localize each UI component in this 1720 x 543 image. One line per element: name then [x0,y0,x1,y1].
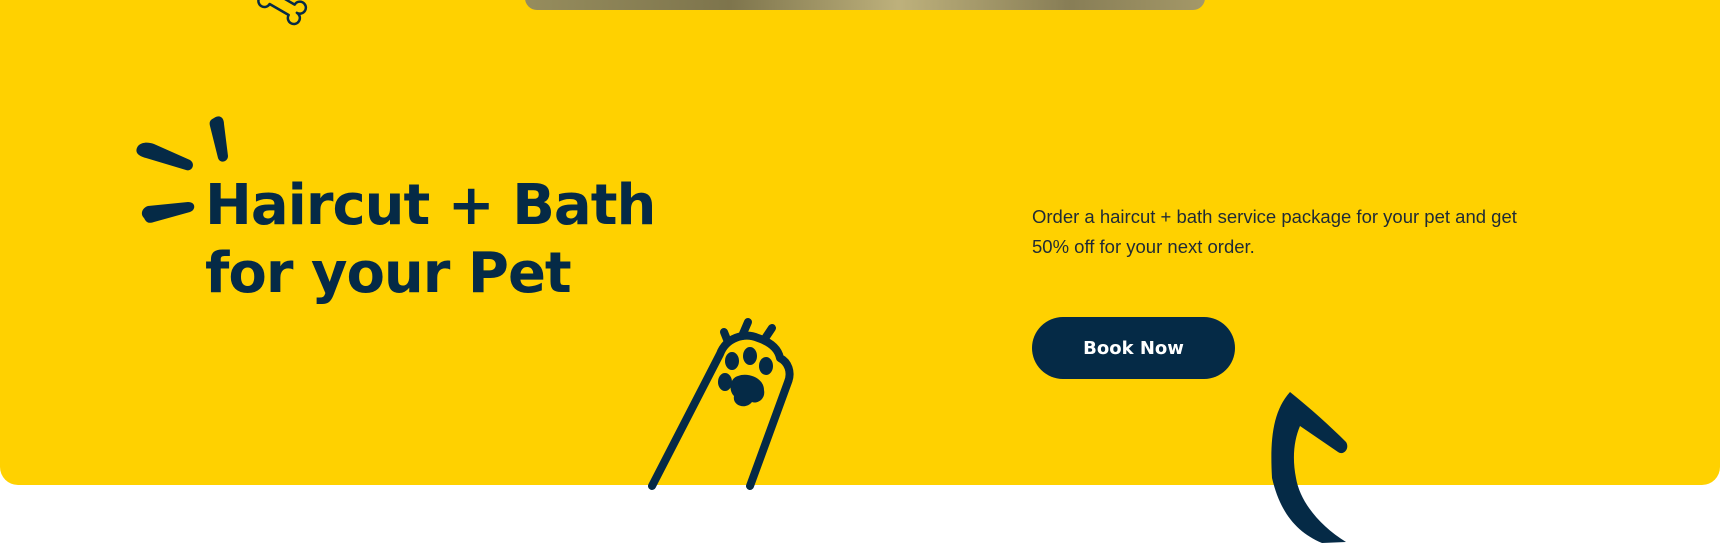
hero-title: Haircut + Bath for your Pet [205,173,656,306]
dog-photo [525,0,1205,10]
hero-description: Order a haircut + bath service package f… [1032,206,1517,257]
curved-arrow-icon [1271,392,1348,543]
bone-icon [257,0,308,26]
promo-banner: Haircut + Bath for your Pet Order a hair… [0,0,1720,490]
book-now-button[interactable]: Book Now [1032,317,1235,379]
paw-arm-icon [648,318,794,490]
